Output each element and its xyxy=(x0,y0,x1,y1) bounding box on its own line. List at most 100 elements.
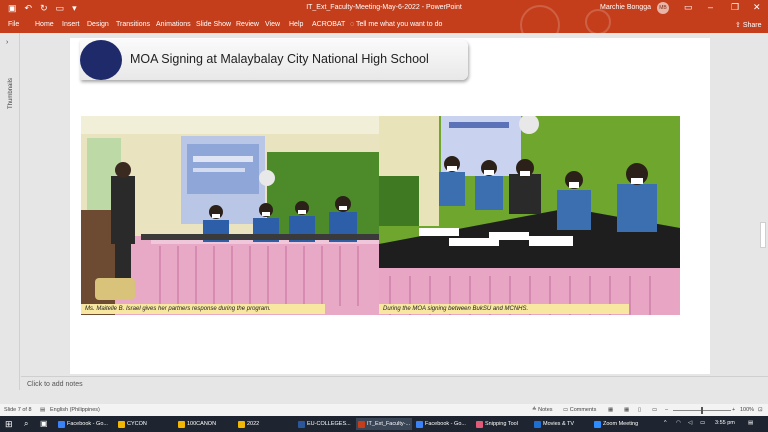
slide-sorter-icon[interactable]: ▦ xyxy=(624,407,629,413)
slide-counter: Slide 7 of 8 xyxy=(4,407,32,413)
share-icon: ⇪ xyxy=(735,22,741,29)
taskbar-item-label: IT_Ext_Faculty-... xyxy=(367,421,411,427)
taskbar-item-eu-colleges[interactable]: EU-COLLEGES... xyxy=(296,418,354,430)
taskbar-item-facebook-2[interactable]: Facebook - Go... xyxy=(414,418,472,430)
window-title: IT_Ext_Faculty-Meeting-May-6-2022 - Powe… xyxy=(306,4,462,11)
title-bar: ▣ ↶ ↻ ▭ ▾ IT_Ext_Faculty-Meeting-May-6-2… xyxy=(0,0,768,17)
ribbon-tabs: File Home Insert Design Transitions Anim… xyxy=(0,5,768,45)
taskbar-item-2022[interactable]: 2022 xyxy=(236,418,294,430)
vertical-scrollbar-thumb[interactable] xyxy=(760,222,766,248)
folder-icon xyxy=(118,420,125,428)
reading-view-icon[interactable]: ▯ xyxy=(638,407,641,413)
maximize-icon[interactable]: ❐ xyxy=(731,2,739,13)
avatar[interactable]: MB xyxy=(657,2,669,14)
zoom-in-icon[interactable]: + xyxy=(732,407,735,413)
tab-review[interactable]: Review xyxy=(236,21,259,28)
taskbar-item-label: 100CANON xyxy=(187,421,217,427)
language-indicator[interactable]: English (Philippines) xyxy=(50,407,100,413)
taskbar-item-label: Zoom Meeting xyxy=(603,421,639,427)
taskbar-item-powerpoint[interactable]: IT_Ext_Faculty-... xyxy=(356,418,412,430)
film-icon xyxy=(534,420,541,428)
user-name[interactable]: Marchie Bongga xyxy=(600,4,651,11)
video-camera-icon xyxy=(594,420,601,428)
taskbar-item-100canon[interactable]: 100CANON xyxy=(176,418,234,430)
normal-view-icon[interactable]: ▦ xyxy=(608,407,613,413)
zoom-slider-thumb[interactable] xyxy=(701,407,703,414)
tab-view[interactable]: View xyxy=(265,21,280,28)
slideshow-view-icon[interactable]: ▭ xyxy=(652,407,657,413)
tab-help[interactable]: Help xyxy=(289,21,303,28)
thumbnails-pane[interactable]: › Thumbnails xyxy=(0,33,20,390)
photo-moa-signing[interactable] xyxy=(379,116,680,315)
title-circle-shape xyxy=(80,40,122,80)
notes-placeholder: Click to add notes xyxy=(27,381,83,388)
photo-speaker-image xyxy=(81,116,379,315)
taskbar-item-label: CYCON xyxy=(127,421,147,427)
slide[interactable]: MOA Signing at Malaybalay City National … xyxy=(70,38,710,374)
taskbar-item-snipping-tool[interactable]: Snipping Tool xyxy=(474,418,530,430)
tab-slide-show[interactable]: Slide Show xyxy=(196,21,231,28)
windows-taskbar: ⊞ ⌕ ▣ Facebook - Go... CYCON 100CANON 20… xyxy=(0,416,768,432)
taskbar-item-label: EU-COLLEGES... xyxy=(307,421,351,427)
notifications-icon[interactable]: ▤ xyxy=(748,420,753,426)
caption-speaker[interactable]: Ms. Maitelle B. Israel gives her partner… xyxy=(81,304,325,314)
folder-icon xyxy=(178,420,185,428)
folder-icon xyxy=(238,420,245,428)
photo-moa-signing-image xyxy=(379,116,680,315)
scissors-icon xyxy=(476,420,483,428)
comment-icon: ▭ xyxy=(563,407,569,413)
tab-design[interactable]: Design xyxy=(87,21,109,28)
share-label: Share xyxy=(742,22,762,29)
comments-button[interactable]: ▭ Comments xyxy=(563,407,596,413)
volume-icon[interactable]: ◁ xyxy=(688,420,692,426)
taskbar-item-label: Movies & TV xyxy=(543,421,575,427)
caption-moa-signing[interactable]: During the MOA signing between BukSU and… xyxy=(379,304,629,314)
slide-title[interactable]: MOA Signing at Malaybalay City National … xyxy=(130,52,429,66)
close-icon[interactable]: ✕ xyxy=(753,2,761,13)
tab-acrobat[interactable]: ACROBAT xyxy=(312,21,345,28)
taskbar-item-movies-tv[interactable]: Movies & TV xyxy=(532,418,590,430)
tab-home[interactable]: Home xyxy=(35,21,54,28)
taskbar-item-label: 2022 xyxy=(247,421,260,427)
zoom-out-icon[interactable]: – xyxy=(665,407,668,413)
taskbar-item-label: Snipping Tool xyxy=(485,421,518,427)
browser-icon xyxy=(58,420,65,428)
photo-speaker[interactable] xyxy=(81,116,379,315)
browser-icon xyxy=(416,420,423,428)
powerpoint-icon xyxy=(358,420,365,428)
tab-animations[interactable]: Animations xyxy=(156,21,191,28)
taskbar-item-cycon[interactable]: CYCON xyxy=(116,418,174,430)
spelling-icon[interactable]: ▤ xyxy=(40,407,45,413)
fit-slide-icon[interactable]: ⊡ xyxy=(758,407,763,413)
thumbnails-label: Thumbnails xyxy=(8,77,14,109)
minimize-icon[interactable]: – xyxy=(708,2,713,13)
word-icon xyxy=(298,420,305,428)
notes-icon: ≙ xyxy=(532,407,537,413)
clock-time[interactable]: 3:55 pm xyxy=(715,420,735,426)
tab-insert[interactable]: Insert xyxy=(62,21,80,28)
taskbar-item-facebook[interactable]: Facebook - Go... xyxy=(56,418,114,430)
ribbon-display-options-icon[interactable]: ▭ xyxy=(684,2,693,13)
tab-transitions[interactable]: Transitions xyxy=(116,21,150,28)
taskbar-item-label: Facebook - Go... xyxy=(67,421,108,427)
task-view-icon[interactable]: ▣ xyxy=(40,419,48,429)
tray-chevron-up-icon[interactable]: ^ xyxy=(664,420,667,426)
status-bar: Slide 7 of 8 ▤ English (Philippines) ≙ N… xyxy=(0,404,768,416)
chevron-right-icon[interactable]: › xyxy=(6,39,8,46)
windows-start-icon[interactable]: ⊞ xyxy=(5,419,13,429)
tab-file[interactable]: File xyxy=(8,21,19,28)
share-button[interactable]: ⇪ Share xyxy=(735,21,762,29)
decorative-circle xyxy=(585,9,611,35)
notes-pane[interactable]: Click to add notes xyxy=(21,376,768,394)
taskbar-item-label: Facebook - Go... xyxy=(425,421,466,427)
zoom-level[interactable]: 100% xyxy=(740,407,754,413)
tell-me-search[interactable]: ◌ Tell me what you want to do xyxy=(350,21,442,28)
notes-button[interactable]: ≙ Notes xyxy=(532,407,553,413)
network-icon[interactable]: ◠ xyxy=(676,420,681,426)
tell-me-label: Tell me what you want to do xyxy=(355,21,443,28)
notes-button-label: Notes xyxy=(538,407,553,413)
search-icon[interactable]: ⌕ xyxy=(24,419,28,429)
comments-button-label: Comments xyxy=(569,407,597,413)
battery-icon[interactable]: ▭ xyxy=(700,420,705,426)
taskbar-item-zoom[interactable]: Zoom Meeting xyxy=(592,418,650,430)
